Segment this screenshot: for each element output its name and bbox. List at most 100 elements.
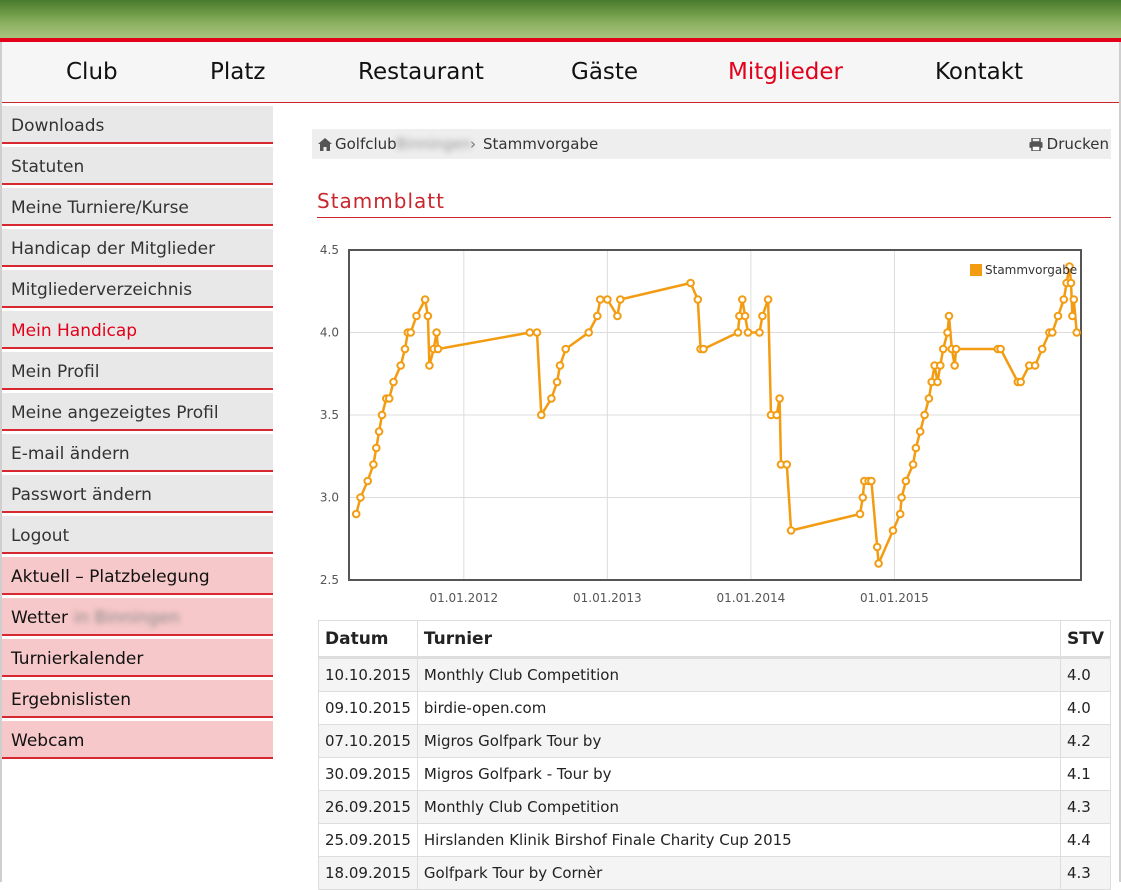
nav-item-mitglieder[interactable]: Mitglieder	[728, 59, 843, 85]
sidebar-item-wetter[interactable]: Wetter in Binningen	[2, 598, 273, 636]
chart-point	[874, 559, 883, 568]
sidebar-item-passwort-aendern[interactable]: Passwort ändern	[2, 475, 273, 513]
sidebar-item-mitgliederverzeichnis[interactable]: Mitgliederverzeichnis	[2, 270, 273, 308]
column-header-datum: Datum	[318, 620, 418, 659]
table-row: 07.10.2015 Migros Golfpark Tour by 4.2	[318, 724, 1111, 758]
section-title: Stammblatt	[317, 189, 445, 213]
chart-point	[425, 361, 434, 370]
table-row: 10.10.2015 Monthly Club Competition 4.0	[318, 657, 1111, 692]
sidebar-item-statuten[interactable]: Statuten	[2, 147, 273, 185]
cell-stv: 4.3	[1060, 790, 1111, 824]
chart-point	[920, 410, 929, 420]
sidebar-item-mein-handicap[interactable]: Mein Handicap	[2, 311, 273, 349]
sidebar-item-angezeigtes-profil[interactable]: Meine angezeigtes Profil	[2, 393, 273, 431]
home-icon[interactable]	[318, 137, 332, 155]
sidebar-item-ergebnislisten[interactable]: Ergebnislisten	[2, 680, 273, 718]
nav-item-gaeste[interactable]: Gäste	[571, 59, 638, 85]
chart-point	[1037, 344, 1047, 354]
chart-y-tick-label: 4.5	[320, 243, 339, 257]
sidebar-item-platzbelegung[interactable]: Aktuell – Platzbelegung	[2, 557, 273, 595]
chart-legend-label: Stammvorgabe	[985, 263, 1077, 277]
nav-item-kontakt[interactable]: Kontakt	[935, 59, 1023, 85]
chart-point	[740, 311, 750, 321]
table-row: 09.10.2015 birdie-open.com 4.0	[318, 691, 1111, 725]
handicap-line-chart: 2.5 3.0 3.5 4.0 4.5 01.01.2012 01.01.2013 01.01…	[320, 243, 1082, 605]
chart-x-tick-label: 01.01.2012	[429, 591, 498, 605]
nav-item-restaurant[interactable]: Restaurant	[358, 59, 484, 85]
chart-point	[933, 377, 942, 387]
chart-point	[786, 526, 796, 535]
chart-point	[693, 295, 703, 304]
table-row: 30.09.2015 Migros Golfpark - Tour by 4.1	[318, 757, 1111, 791]
chart-point	[1072, 328, 1082, 337]
chart-point	[1068, 311, 1077, 321]
cell-tournament: Monthly Club Competition	[416, 790, 1062, 824]
chart-point	[555, 361, 565, 370]
chart-point	[406, 328, 415, 337]
cell-date: 30.09.2015	[318, 757, 418, 791]
chart-point	[951, 344, 961, 354]
chart-point	[911, 443, 921, 453]
breadcrumb-club-name[interactable]: Binningen	[396, 135, 471, 153]
sidebar-item-handicap-der-mitglieder[interactable]: Handicap der Mitglieder	[2, 229, 273, 267]
chart-point	[855, 509, 865, 519]
sidebar-item-downloads[interactable]: Downloads	[2, 106, 273, 144]
chart-point	[593, 311, 602, 321]
chart-point	[552, 377, 562, 387]
nav-item-platz[interactable]: Platz	[210, 59, 265, 85]
sidebar-item-email-aendern[interactable]: E-mail ändern	[2, 434, 273, 472]
chart-point	[888, 526, 898, 535]
chart-point	[537, 410, 546, 420]
chart-point	[1059, 295, 1069, 304]
cell-stv: 4.0	[1060, 691, 1111, 725]
chart-point	[943, 328, 952, 337]
chart-point	[374, 427, 384, 436]
print-button[interactable]: Drucken	[1029, 135, 1109, 155]
chart-point	[872, 542, 882, 552]
chart-point	[532, 328, 542, 337]
column-header-turnier: Turnier	[416, 620, 1062, 659]
chart-point	[743, 328, 753, 337]
chart-x-tick-label: 01.01.2015	[860, 591, 929, 605]
sidebar-item-wetter-label: Wetter	[11, 608, 69, 628]
chart-point	[901, 476, 911, 486]
chart-point	[897, 493, 906, 502]
cell-date: 26.09.2015	[318, 790, 418, 824]
chart-point	[915, 427, 925, 436]
chart-point	[758, 311, 767, 321]
chart-point	[996, 344, 1005, 354]
chart-y-tick-label: 4.0	[320, 326, 339, 340]
cell-tournament: Golfpark Tour by Cornèr	[416, 856, 1062, 890]
chart-point	[699, 344, 708, 354]
chart-point	[858, 493, 868, 502]
sidebar-item-turnierkalender[interactable]: Turnierkalender	[2, 639, 273, 677]
chart-point	[384, 394, 394, 403]
sidebar-item-meine-turniere[interactable]: Meine Turniere/Kurse	[2, 188, 273, 226]
handicap-table: Datum Turnier STV 10.10.2015 Monthly Club…	[318, 620, 1111, 890]
chart-point	[351, 509, 361, 519]
table-row: 26.09.2015 Monthly Club Competition 4.3	[318, 790, 1111, 824]
chart-legend-swatch	[970, 264, 982, 276]
nav-item-club[interactable]: Club	[66, 59, 118, 85]
sidebar-item-logout[interactable]: Logout	[2, 516, 273, 554]
chart-point	[372, 443, 381, 453]
chart-point	[775, 394, 784, 403]
breadcrumb-home-link[interactable]: Golfclub	[335, 135, 397, 153]
sidebar-item-mein-profil[interactable]: Mein Profil	[2, 352, 273, 390]
chart-point	[867, 476, 876, 486]
breadcrumb-current: Stammvorgabe	[483, 135, 599, 153]
table-header-row: Datum Turnier STV	[318, 620, 1111, 659]
chart-point	[547, 394, 556, 403]
chart-point	[1069, 295, 1079, 304]
chart-point	[613, 311, 622, 321]
table-row: 18.09.2015 Golfpark Tour by Cornèr 4.3	[318, 856, 1111, 890]
chart-point	[1066, 278, 1076, 288]
sidebar-item-webcam[interactable]: Webcam	[2, 721, 273, 759]
chart-point	[377, 410, 387, 420]
cell-date: 10.10.2015	[318, 657, 418, 692]
chart-point	[595, 295, 605, 304]
chart-point	[772, 410, 782, 420]
chart-point	[1016, 377, 1026, 387]
cell-tournament: Migros Golfpark Tour by	[416, 724, 1062, 758]
cell-stv: 4.0	[1060, 657, 1111, 692]
